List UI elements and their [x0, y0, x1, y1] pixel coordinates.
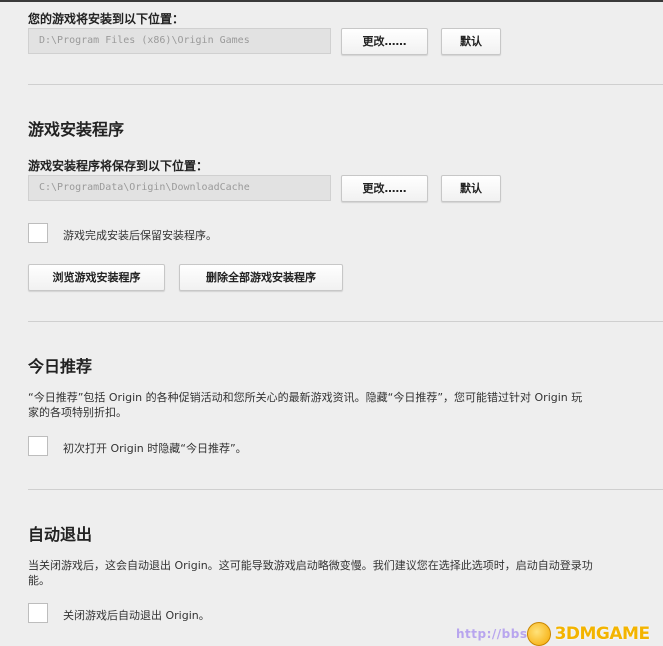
- installer-section-title: 游戏安装程序: [28, 120, 125, 139]
- keep-installer-checkbox[interactable]: [28, 223, 48, 243]
- auto-exit-description-line1: 当关闭游戏后，这会自动退出 Origin。这可能导致游戏启动略微变慢。我们建议您…: [28, 559, 593, 572]
- watermark-logo-icon: [526, 621, 551, 646]
- install-path-field: D:\Program Files (x86)\Origin Games: [28, 28, 331, 54]
- installer-location-label: 游戏安装程序将保存到以下位置：: [28, 159, 209, 173]
- installer-change-button[interactable]: 更改……: [341, 175, 428, 202]
- keep-installer-label: 游戏完成安装后保留安装程序。: [63, 229, 217, 242]
- install-default-button[interactable]: 默认: [441, 28, 501, 55]
- auto-exit-description: 当关闭游戏后，这会自动退出 Origin。这可能导致游戏启动略微变慢。我们建议您…: [28, 558, 663, 588]
- installer-path-field: C:\ProgramData\Origin\DownloadCache: [28, 175, 331, 201]
- auto-exit-description-line2: 能。: [28, 574, 50, 587]
- divider: [28, 489, 663, 490]
- hide-today-checkbox[interactable]: [28, 436, 48, 456]
- today-description-line1: “今日推荐”包括 Origin 的各种促销活动和您所关心的最新游戏资讯。隐藏“今…: [28, 391, 583, 404]
- watermark-brand: 3DMGAME: [554, 623, 651, 644]
- today-description: “今日推荐”包括 Origin 的各种促销活动和您所关心的最新游戏资讯。隐藏“今…: [28, 390, 663, 420]
- top-border: [0, 0, 663, 2]
- installer-default-button[interactable]: 默认: [441, 175, 501, 202]
- install-location-label: 您的游戏将安装到以下位置：: [28, 12, 185, 26]
- auto-exit-label: 关闭游戏后自动退出 Origin。: [63, 609, 210, 622]
- watermark: http://bbs. 3DMGAME: [456, 621, 663, 646]
- auto-exit-section-title: 自动退出: [28, 525, 93, 544]
- browse-installers-button[interactable]: 浏览游戏安装程序: [28, 264, 165, 291]
- today-description-line2: 家的各项特别折扣。: [28, 406, 127, 419]
- watermark-url: http://bbs.: [456, 626, 533, 641]
- divider: [28, 84, 663, 85]
- hide-today-label: 初次打开 Origin 时隐藏“今日推荐”。: [63, 442, 247, 455]
- delete-all-installers-button[interactable]: 删除全部游戏安装程序: [179, 264, 343, 291]
- auto-exit-checkbox[interactable]: [28, 603, 48, 623]
- today-section-title: 今日推荐: [28, 357, 93, 376]
- install-change-button[interactable]: 更改……: [341, 28, 428, 55]
- divider: [28, 321, 663, 322]
